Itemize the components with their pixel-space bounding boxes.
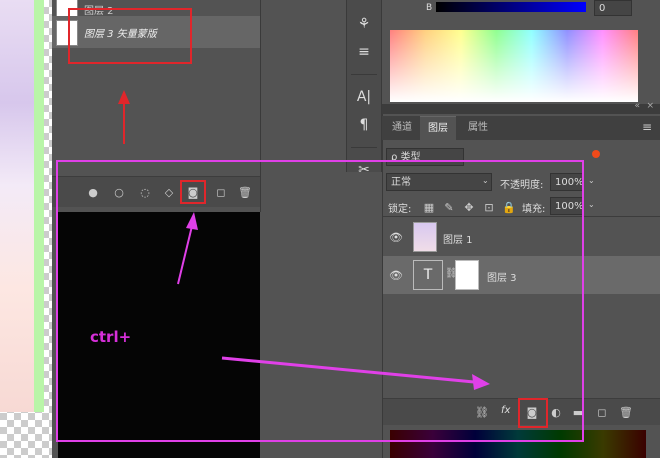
annotation-arrows — [118, 90, 490, 390]
magenta-arrow-to-mask-icon — [177, 212, 198, 285]
red-arrow-up — [118, 90, 130, 144]
magenta-arrow-right — [221, 356, 490, 390]
